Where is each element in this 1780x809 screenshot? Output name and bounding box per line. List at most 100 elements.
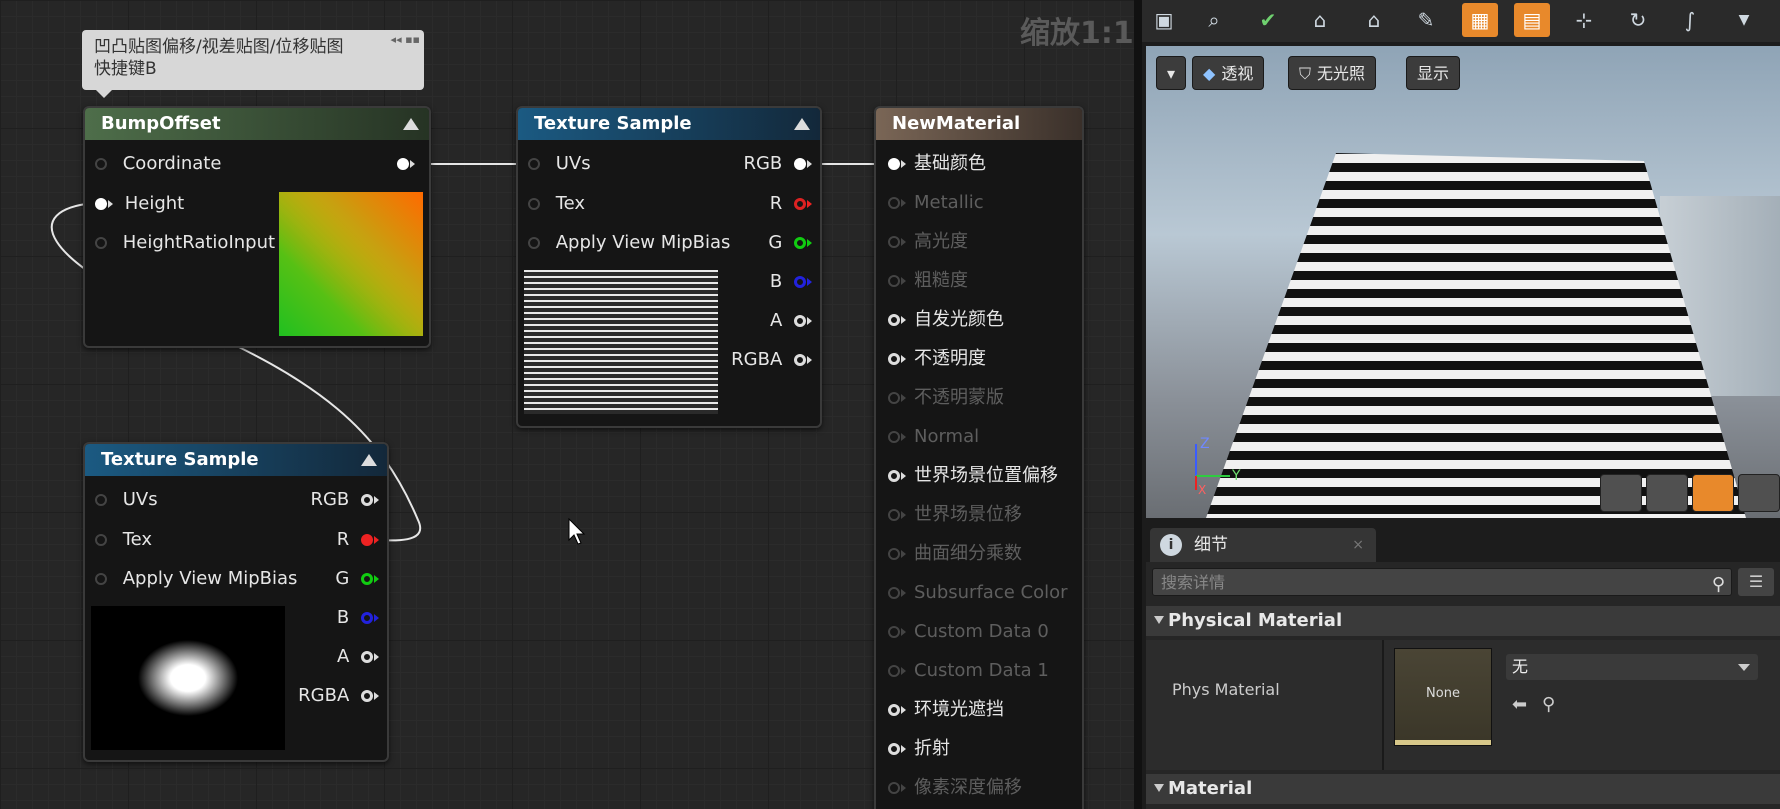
material-input-pin[interactable]: Metallic <box>888 191 984 215</box>
pin-out-rgba[interactable]: RGBA <box>731 348 812 372</box>
material-input-pin[interactable]: Subsurface Color <box>888 581 1068 605</box>
pin-out-a[interactable]: A <box>770 309 812 333</box>
phys-material-dropdown[interactable]: 无 <box>1506 654 1758 680</box>
pin-dot-icon <box>361 612 373 624</box>
show-button[interactable]: 显示 <box>1406 56 1461 90</box>
material-input-pin[interactable]: 曲面细分乘数 <box>888 542 1022 566</box>
material-input-pin[interactable]: 世界场景位置偏移 <box>888 464 1058 488</box>
hierarchy-icon[interactable]: ▤ <box>1514 3 1550 37</box>
live-update-icon[interactable]: ⊹ <box>1566 3 1602 37</box>
perspective-button[interactable]: ◆ 透视 <box>1192 56 1265 90</box>
pin-out-b[interactable]: B <box>770 270 812 294</box>
pin-dot-icon <box>888 509 900 521</box>
material-input-pin[interactable]: 不透明蒙版 <box>888 386 1004 410</box>
pin-apply-view-mipbias[interactable]: Apply View MipBias <box>95 567 297 591</box>
material-input-pin[interactable]: Normal <box>888 425 979 449</box>
details-search-input[interactable]: 搜索详情 ⚲ <box>1152 568 1732 596</box>
pin-out-rgb[interactable]: RGB <box>743 152 812 176</box>
material-input-pin[interactable]: 粗糙度 <box>888 269 968 293</box>
browse-search-icon[interactable]: ⚲ <box>1542 694 1555 715</box>
panel-divider[interactable] <box>1134 0 1142 809</box>
plane-preview-button[interactable] <box>1692 474 1734 512</box>
material-result-node[interactable]: NewMaterial 基础颜色 Metallic 高光度粗糙度自发光颜色不透明度不… <box>874 106 1084 809</box>
editor-toolbar: ▣ ⌕ ✔ ⌂ ⌂ ✎ ▦ ▤ ⊹ ↻ ∫ ▼ <box>1142 0 1780 42</box>
mouse-cursor-icon <box>568 518 586 545</box>
material-result-header[interactable]: NewMaterial <box>876 108 1082 140</box>
close-icon[interactable]: × <box>1352 528 1364 562</box>
pin-out-a[interactable]: A <box>337 645 379 669</box>
pin-out-g[interactable]: G <box>768 231 812 255</box>
pin-dot-icon <box>95 158 107 170</box>
pin-coordinate[interactable]: Coordinate <box>95 152 221 176</box>
section-physical-material[interactable]: Physical Material <box>1146 606 1780 636</box>
material-input-pin[interactable]: 折射 <box>888 737 950 761</box>
pin-dot-icon <box>888 548 900 560</box>
pin-height[interactable]: Height <box>95 192 184 216</box>
collapse-icon[interactable] <box>794 118 810 130</box>
details-tab[interactable]: i 细节 × <box>1150 528 1376 562</box>
pin-uvs[interactable]: UVs <box>95 488 158 512</box>
preview-viewport[interactable]: ▾ ◆ 透视 ⛉ 无光照 显示 Z Y X <box>1146 46 1780 518</box>
pin-dot-icon <box>888 314 900 326</box>
material-input-label: Custom Data 0 <box>914 621 1049 642</box>
save-icon[interactable]: ▣ <box>1146 3 1182 37</box>
material-input-pin[interactable]: Custom Data 1 <box>888 659 1049 683</box>
pin-out-r[interactable]: R <box>337 528 379 552</box>
stats-icon[interactable]: ✎ <box>1408 3 1444 37</box>
cylinder-preview-button[interactable] <box>1600 474 1642 512</box>
collapse-icon[interactable] <box>361 454 377 466</box>
collapse-icon[interactable] <box>403 118 419 130</box>
sphere-preview-button[interactable] <box>1646 474 1688 512</box>
bump-offset-header[interactable]: BumpOffset <box>85 108 429 140</box>
refresh-icon[interactable]: ↻ <box>1620 3 1656 37</box>
pin-out-rgba[interactable]: RGBA <box>298 684 379 708</box>
pin-out-rgb[interactable]: RGB <box>310 488 379 512</box>
material-input-label: 环境光遮挡 <box>914 699 1004 720</box>
apply-icon[interactable]: ✔ <box>1250 3 1286 37</box>
texture-sample-header[interactable]: Texture Sample <box>85 444 387 476</box>
texture-sample-node-top[interactable]: Texture Sample UVs Tex Apply View MipBia… <box>516 106 822 428</box>
material-input-pin[interactable]: 世界场景位移 <box>888 503 1022 527</box>
pin-apply-view-mipbias[interactable]: Apply View MipBias <box>528 231 730 255</box>
material-input-pin[interactable]: 自发光颜色 <box>888 308 1004 332</box>
material-input-pin[interactable]: 像素深度偏移 <box>888 776 1022 800</box>
use-selected-arrow-icon[interactable]: ⬅ <box>1512 694 1527 715</box>
material-input-pin[interactable]: 环境光遮挡 <box>888 698 1004 722</box>
pin-dot-icon <box>794 198 806 210</box>
details-panel: 搜索详情 ⚲ ☰ Physical Material Phys Material… <box>1146 562 1780 809</box>
chevron-down-icon[interactable]: ▼ <box>1726 3 1762 37</box>
texture-sample-header[interactable]: Texture Sample <box>518 108 820 140</box>
material-input-pin[interactable]: Custom Data 0 <box>888 620 1049 644</box>
bump-offset-node[interactable]: BumpOffset Coordinate Height HeightRatio… <box>83 106 431 348</box>
pin-height-ratio[interactable]: HeightRatioInput <box>95 231 275 255</box>
pin-out-g[interactable]: G <box>335 567 379 591</box>
pin-tex[interactable]: Tex <box>95 528 152 552</box>
search-icon[interactable]: ⌕ <box>1196 3 1232 37</box>
info-icon: i <box>1160 534 1182 556</box>
viewport-menu-button[interactable]: ▾ <box>1156 56 1186 90</box>
cube-preview-button[interactable] <box>1738 474 1780 512</box>
pin-tex[interactable]: Tex <box>528 192 585 216</box>
material-input-pin[interactable]: 基础颜色 <box>888 152 986 176</box>
material-input-label: Metallic <box>914 192 984 213</box>
right-panel: ▣ ⌕ ✔ ⌂ ⌂ ✎ ▦ ▤ ⊹ ↻ ∫ ▼ ▾ ◆透视 ⛉无光照 显示 <box>1142 0 1780 809</box>
pin-output[interactable] <box>397 152 415 176</box>
asset-thumbnail[interactable]: None <box>1394 648 1492 746</box>
texture-sample-node-bottom[interactable]: Texture Sample UVs Tex Apply View MipBia… <box>83 442 389 762</box>
material-graph-canvas[interactable]: 缩放1:1 凹凸贴图偏移/视差贴图/位移贴图 快捷键B ◂◂ ▪▪ BumpOf… <box>0 0 1134 809</box>
preview-icon[interactable]: ▦ <box>1462 3 1498 37</box>
clean-icon[interactable]: ⌂ <box>1356 3 1392 37</box>
section-material[interactable]: Material <box>1146 774 1780 804</box>
material-input-pin[interactable]: 不透明度 <box>888 347 986 371</box>
home-icon[interactable]: ⌂ <box>1302 3 1338 37</box>
view-options-icon[interactable]: ☰ <box>1738 568 1774 596</box>
pin-out-b[interactable]: B <box>337 606 379 630</box>
pin-uvs[interactable]: UVs <box>528 152 591 176</box>
material-input-pin[interactable]: 高光度 <box>888 230 968 254</box>
curve-icon[interactable]: ∫ <box>1672 3 1708 37</box>
pin-dot-icon <box>95 237 107 249</box>
column-splitter[interactable] <box>1382 640 1384 770</box>
phys-material-row: Phys Material None 无 ⬅ ⚲ <box>1146 640 1780 770</box>
pin-out-r[interactable]: R <box>770 192 812 216</box>
unlit-button[interactable]: ⛉ 无光照 <box>1288 56 1377 90</box>
